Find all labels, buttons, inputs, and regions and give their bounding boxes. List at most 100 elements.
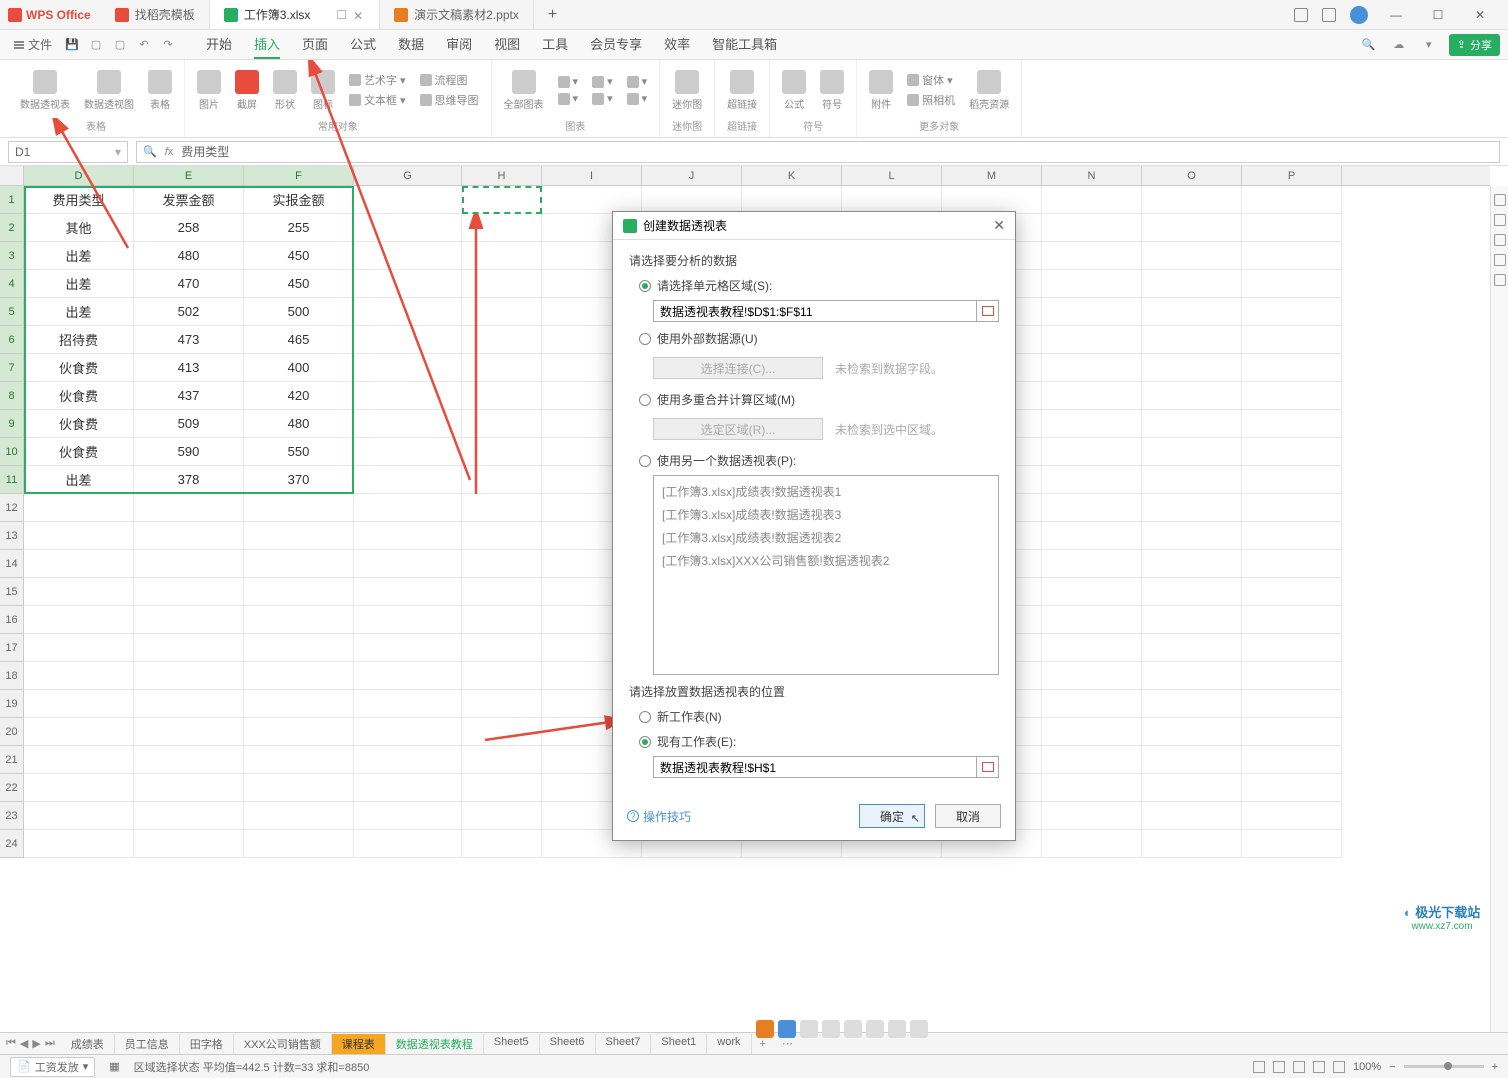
cell-empty[interactable]: [24, 494, 134, 522]
cell-empty[interactable]: [134, 802, 244, 830]
cell-empty[interactable]: [462, 718, 542, 746]
cell-empty[interactable]: [354, 550, 462, 578]
cell-empty[interactable]: [1142, 718, 1242, 746]
cell-empty[interactable]: [354, 214, 462, 242]
cell-empty[interactable]: [1142, 634, 1242, 662]
sheet-nav-prev[interactable]: ◀: [20, 1037, 28, 1050]
cell-empty[interactable]: [1142, 410, 1242, 438]
cell-empty[interactable]: [134, 830, 244, 858]
sheet-nav-first[interactable]: ⏮: [6, 1037, 16, 1050]
doc-tab-2[interactable]: 演示文稿素材2.pptx: [380, 0, 534, 29]
row-header-14[interactable]: 14: [0, 550, 23, 578]
cell-r10-c0[interactable]: 伙食费: [24, 438, 134, 466]
cell-empty[interactable]: [1242, 186, 1342, 214]
picture-button[interactable]: 图片: [193, 68, 225, 113]
status-icon-4[interactable]: [1313, 1061, 1325, 1073]
cell-empty[interactable]: [1142, 550, 1242, 578]
name-box[interactable]: D1▾: [8, 141, 128, 163]
cell-empty[interactable]: [354, 466, 462, 494]
cell-empty[interactable]: [244, 802, 354, 830]
cell-empty[interactable]: [1142, 802, 1242, 830]
sparkline-button[interactable]: 迷你图: [668, 68, 706, 113]
cell-empty[interactable]: [462, 606, 542, 634]
cell-empty[interactable]: [1242, 662, 1342, 690]
cell-empty[interactable]: [1242, 690, 1342, 718]
cell-empty[interactable]: [842, 186, 942, 214]
sheet-tab-数据透视表教程[interactable]: 数据透视表教程: [386, 1034, 484, 1054]
cell-empty[interactable]: [462, 186, 542, 214]
cell-empty[interactable]: [1042, 522, 1142, 550]
cell-empty[interactable]: [244, 550, 354, 578]
col-header-D[interactable]: D: [24, 166, 134, 185]
cell-empty[interactable]: [1242, 326, 1342, 354]
flowchart-button[interactable]: 流程图: [416, 71, 483, 89]
cell-empty[interactable]: [1142, 214, 1242, 242]
cell-empty[interactable]: [1042, 270, 1142, 298]
row-header-6[interactable]: 6: [0, 326, 23, 354]
status-icon-1[interactable]: [1253, 1061, 1265, 1073]
cell-empty[interactable]: [462, 466, 542, 494]
cell-empty[interactable]: [1242, 550, 1342, 578]
cell-empty[interactable]: [244, 690, 354, 718]
cell-empty[interactable]: [462, 522, 542, 550]
cell-empty[interactable]: [354, 634, 462, 662]
sheet-nav-last[interactable]: ⏭: [45, 1037, 55, 1050]
titlebar-icon-1[interactable]: [1294, 8, 1308, 22]
menu-tab-效率[interactable]: 效率: [664, 30, 690, 59]
textbox-button[interactable]: 文本框 ▾: [345, 91, 410, 109]
search-icon[interactable]: 🔍: [1359, 35, 1379, 55]
table-button[interactable]: 表格: [144, 68, 176, 113]
cell-empty[interactable]: [462, 690, 542, 718]
zoom-level[interactable]: 100%: [1353, 1061, 1381, 1073]
cell-empty[interactable]: [1242, 438, 1342, 466]
cell-empty[interactable]: [462, 354, 542, 382]
cell-empty[interactable]: [462, 746, 542, 774]
close-button[interactable]: ✕: [1466, 8, 1494, 22]
mindmap-button[interactable]: 思维导图: [416, 91, 483, 109]
pivot-list-item-3[interactable]: [工作簿3.xlsx]XXX公司销售额!数据透视表2: [660, 549, 992, 572]
sheet-tab-成绩表[interactable]: 成绩表: [61, 1034, 115, 1054]
tray-icon-2[interactable]: [778, 1020, 796, 1038]
screenshot-button[interactable]: 截屏: [231, 68, 263, 113]
cell-empty[interactable]: [24, 662, 134, 690]
tray-icon-3[interactable]: [800, 1020, 818, 1038]
cell-empty[interactable]: [1042, 410, 1142, 438]
col-header-M[interactable]: M: [942, 166, 1042, 185]
pivot-table-button[interactable]: 数据透视表: [16, 68, 74, 113]
cell-empty[interactable]: [134, 494, 244, 522]
cell-empty[interactable]: [1042, 690, 1142, 718]
col-header-N[interactable]: N: [1042, 166, 1142, 185]
cell-empty[interactable]: [1242, 634, 1342, 662]
row-header-17[interactable]: 17: [0, 634, 23, 662]
cell-r4-c2[interactable]: 450: [244, 270, 354, 298]
doc-tab-0[interactable]: 找稻壳模板: [101, 0, 210, 29]
cell-header-1[interactable]: 发票金额: [134, 186, 244, 214]
range-picker-button[interactable]: [977, 300, 999, 322]
col-header-F[interactable]: F: [244, 166, 354, 185]
menu-tab-工具[interactable]: 工具: [542, 30, 568, 59]
menu-tab-智能工具箱[interactable]: 智能工具箱: [712, 30, 777, 59]
menu-tab-视图[interactable]: 视图: [494, 30, 520, 59]
row-header-19[interactable]: 19: [0, 690, 23, 718]
cell-empty[interactable]: [1142, 326, 1242, 354]
cell-empty[interactable]: [1242, 830, 1342, 858]
cell-empty[interactable]: [1042, 578, 1142, 606]
shape-button[interactable]: 形状: [269, 68, 301, 113]
cell-empty[interactable]: [354, 354, 462, 382]
row-header-2[interactable]: 2: [0, 214, 23, 242]
cell-r10-c2[interactable]: 550: [244, 438, 354, 466]
cell-empty[interactable]: [1042, 326, 1142, 354]
cell-empty[interactable]: [1142, 382, 1242, 410]
cell-empty[interactable]: [1142, 354, 1242, 382]
cell-empty[interactable]: [244, 494, 354, 522]
window-button[interactable]: 窗体 ▾: [903, 71, 959, 89]
cell-empty[interactable]: [354, 746, 462, 774]
cell-empty[interactable]: [244, 522, 354, 550]
sheet-tab-田字格[interactable]: 田字格: [180, 1034, 234, 1054]
cell-empty[interactable]: [354, 410, 462, 438]
opt-cell-range[interactable]: 请选择单元格区域(S):: [639, 277, 999, 294]
col-header-K[interactable]: K: [742, 166, 842, 185]
cell-empty[interactable]: [354, 186, 462, 214]
cell-empty[interactable]: [134, 550, 244, 578]
col-header-L[interactable]: L: [842, 166, 942, 185]
